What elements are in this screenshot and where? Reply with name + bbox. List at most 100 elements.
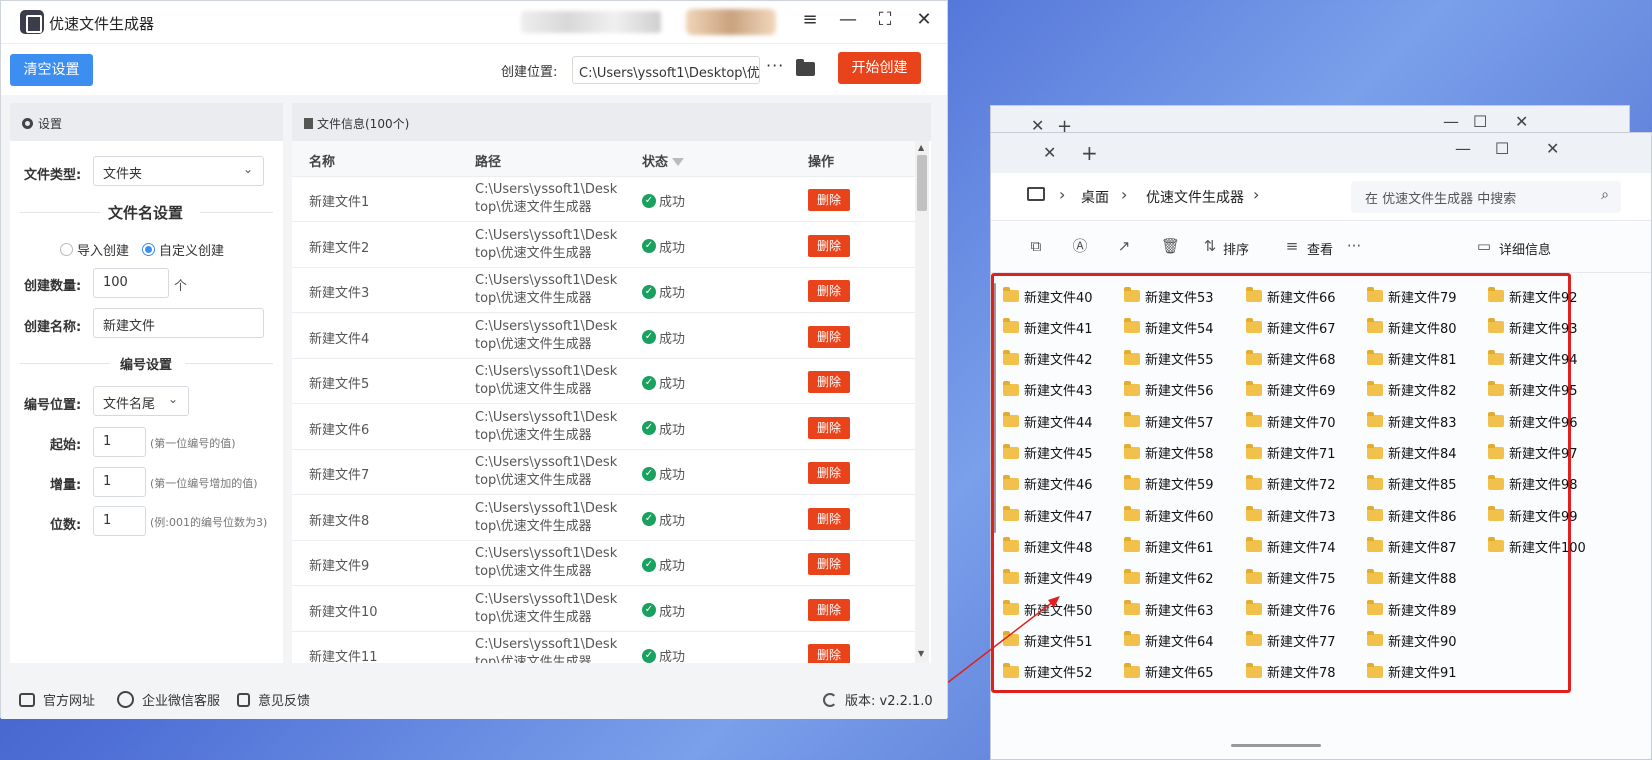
minimize-icon[interactable]: — — [836, 9, 860, 30]
folder-item[interactable]: 新建文件69 — [1246, 379, 1336, 401]
folder-item[interactable]: 新建文件88 — [1367, 567, 1457, 589]
folder-item[interactable]: 新建文件100 — [1488, 535, 1586, 557]
folder-item[interactable]: 新建文件78 — [1246, 661, 1336, 683]
delete-button[interactable]: 删除 — [808, 598, 850, 621]
folder-item[interactable]: 新建文件70 — [1246, 410, 1336, 432]
radio-custom-dot[interactable] — [142, 243, 155, 256]
share-icon[interactable]: ↗ — [1115, 237, 1133, 255]
view-icon[interactable]: ≡ — [1283, 237, 1301, 255]
version-info[interactable]: 版本: v2.2.1.0 — [823, 690, 933, 709]
folder-item[interactable]: 新建文件91 — [1367, 661, 1457, 683]
minimize-icon[interactable]: — — [1443, 112, 1459, 131]
folder-item[interactable]: 新建文件62 — [1124, 567, 1214, 589]
delete-icon[interactable]: 🗑 — [1161, 237, 1180, 255]
folder-icon[interactable] — [796, 59, 815, 76]
more-icon[interactable]: ··· — [1345, 237, 1363, 255]
folder-item[interactable]: 新建文件56 — [1124, 379, 1214, 401]
folder-item[interactable]: 新建文件85 — [1367, 473, 1457, 495]
delete-button[interactable]: 删除 — [808, 553, 850, 575]
folder-item[interactable]: 新建文件60 — [1124, 504, 1214, 526]
clear-settings-button[interactable]: 清空设置 — [10, 54, 93, 86]
folder-item[interactable]: 新建文件87 — [1367, 535, 1457, 557]
folder-item[interactable]: 新建文件81 — [1367, 348, 1457, 370]
tab-close-icon[interactable]: ✕ — [1043, 143, 1056, 162]
folder-item[interactable]: 新建文件55 — [1124, 348, 1214, 370]
sort-button[interactable]: 排序 — [1223, 239, 1249, 258]
delete-button[interactable]: 删除 — [808, 189, 850, 211]
folder-item[interactable]: 新建文件67 — [1246, 316, 1336, 338]
details-button[interactable]: 详细信息 — [1499, 239, 1551, 258]
folder-item[interactable]: 新建文件68 — [1246, 348, 1336, 370]
folder-item[interactable]: 新建文件93 — [1488, 316, 1578, 338]
folder-item[interactable]: 新建文件54 — [1124, 316, 1214, 338]
delete-button[interactable]: 删除 — [808, 371, 850, 393]
folder-item[interactable]: 新建文件72 — [1246, 473, 1336, 495]
close-icon[interactable]: ✕ — [912, 9, 936, 30]
folder-item[interactable]: 新建文件89 — [1367, 598, 1457, 620]
maximize-icon[interactable]: ☐ — [1495, 139, 1509, 158]
details-pane-icon[interactable]: ▭ — [1475, 237, 1493, 255]
folder-item[interactable]: 新建文件80 — [1367, 316, 1457, 338]
folder-item[interactable]: 新建文件90 — [1367, 629, 1457, 651]
delete-button[interactable]: 删除 — [808, 280, 850, 302]
radio-import[interactable]: 导入创建 — [60, 240, 129, 259]
folder-item[interactable]: 新建文件79 — [1367, 285, 1457, 307]
folder-item[interactable]: 新建文件66 — [1246, 285, 1336, 307]
folder-item[interactable]: 新建文件43 — [1003, 379, 1093, 401]
more-button[interactable]: ··· — [766, 56, 784, 75]
breadcrumb-folder[interactable]: 优速文件生成器 — [1146, 187, 1244, 207]
folder-item[interactable]: 新建文件71 — [1246, 442, 1336, 464]
folder-item[interactable]: 新建文件92 — [1488, 285, 1578, 307]
start-create-button[interactable]: 开始创建 — [838, 52, 921, 84]
radio-custom[interactable]: 自定义创建 — [142, 240, 224, 259]
folder-item[interactable]: 新建文件63 — [1124, 598, 1214, 620]
delete-button[interactable]: 删除 — [808, 462, 850, 484]
wechat-link[interactable]: 企业微信客服 — [117, 690, 220, 709]
folder-item[interactable]: 新建文件49 — [1003, 567, 1093, 589]
folder-item[interactable]: 新建文件99 — [1488, 504, 1578, 526]
folder-item[interactable]: 新建文件77 — [1246, 629, 1336, 651]
explorer-search-input[interactable]: 在 优速文件生成器 中搜索 ⌕ — [1351, 181, 1621, 213]
folder-item[interactable]: 新建文件58 — [1124, 442, 1214, 464]
filter-icon[interactable] — [672, 158, 685, 166]
folder-item[interactable]: 新建文件59 — [1124, 473, 1214, 495]
folder-item[interactable]: 新建文件83 — [1367, 410, 1457, 432]
delete-button[interactable]: 删除 — [808, 234, 850, 257]
website-link[interactable]: 官方网址 — [19, 690, 95, 709]
folder-item[interactable]: 新建文件61 — [1124, 535, 1214, 557]
breadcrumb-desktop[interactable]: 桌面 — [1081, 187, 1109, 207]
folder-item[interactable]: 新建文件57 — [1124, 410, 1214, 432]
folder-item[interactable]: 新建文件84 — [1367, 442, 1457, 464]
location-input[interactable]: C:\Users\yssoft1\Desktop\优速 — [572, 56, 760, 84]
view-button[interactable]: 查看 — [1307, 239, 1333, 258]
folder-item[interactable]: 新建文件64 — [1124, 629, 1214, 651]
folder-item[interactable]: 新建文件98 — [1488, 473, 1578, 495]
folder-item[interactable]: 新建文件73 — [1246, 504, 1336, 526]
folder-item[interactable]: 新建文件40 — [1003, 285, 1093, 307]
folder-item[interactable]: 新建文件86 — [1367, 504, 1457, 526]
name-input[interactable]: 新建文件 — [93, 308, 264, 338]
maximize-icon[interactable]: ☐ — [1473, 112, 1487, 131]
file-type-select[interactable]: 文件夹 ⌄ — [93, 156, 264, 186]
table-scrollbar-track[interactable] — [915, 141, 929, 663]
folder-item[interactable]: 新建文件76 — [1246, 598, 1336, 620]
count-input[interactable]: 100 — [93, 268, 169, 298]
num-pos-select[interactable]: 文件名尾 ⌄ — [93, 386, 189, 416]
feedback-link[interactable]: 意见反馈 — [237, 690, 310, 709]
increment-input[interactable]: 1 — [93, 467, 146, 497]
minimize-icon[interactable]: — — [1455, 139, 1471, 158]
delete-button[interactable]: 删除 — [808, 644, 850, 663]
folder-item[interactable]: 新建文件47 — [1003, 504, 1093, 526]
new-tab-icon[interactable]: + — [1081, 141, 1098, 165]
table-scrollbar-thumb[interactable] — [917, 155, 927, 211]
folder-item[interactable]: 新建文件97 — [1488, 442, 1578, 464]
folder-item[interactable]: 新建文件46 — [1003, 473, 1093, 495]
scroll-down-icon[interactable]: ▼ — [918, 649, 924, 658]
menu-icon[interactable]: ≡ — [798, 9, 822, 30]
column-status[interactable]: 状态 — [642, 151, 685, 170]
folder-item[interactable]: 新建文件94 — [1488, 348, 1578, 370]
close-icon[interactable]: ✕ — [1546, 139, 1559, 158]
folder-item[interactable]: 新建文件48 — [1003, 535, 1093, 557]
scroll-up-icon[interactable]: ▲ — [918, 143, 924, 152]
folder-item[interactable]: 新建文件74 — [1246, 535, 1336, 557]
